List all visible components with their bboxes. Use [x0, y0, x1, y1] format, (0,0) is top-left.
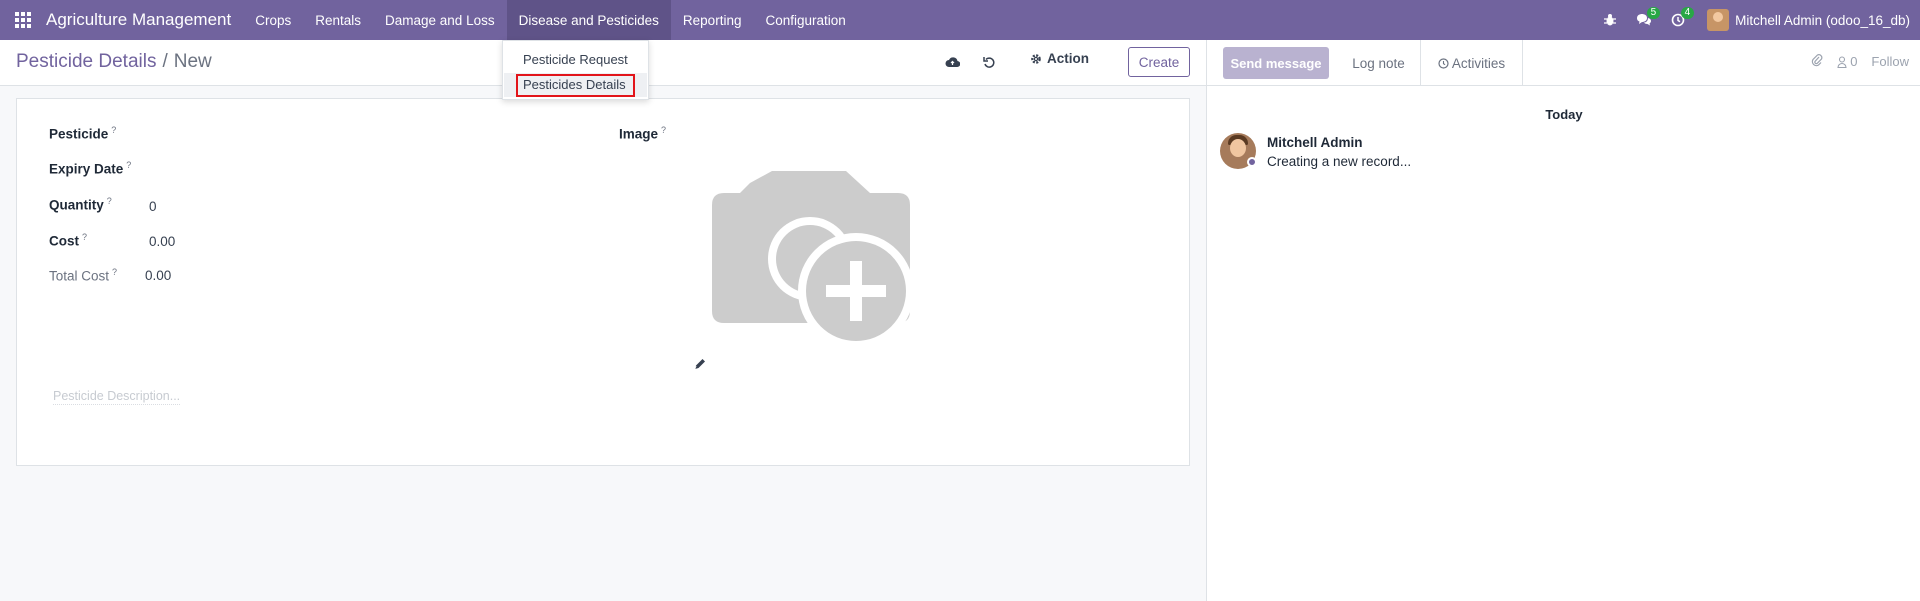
- expiry-date-field-label: Expiry Date?: [49, 160, 132, 177]
- image-placeholder-camera-icon[interactable]: [710, 171, 914, 352]
- menu-disease-and-pesticides[interactable]: Disease and Pesticides: [506, 0, 671, 40]
- apps-menu-icon[interactable]: [0, 0, 46, 40]
- activities-count-badge: 4: [1680, 7, 1695, 19]
- help-tooltip-icon[interactable]: ?: [111, 125, 116, 135]
- breadcrumb-separator: /: [162, 51, 168, 72]
- gear-icon: [1031, 53, 1041, 64]
- user-name: Mitchell Admin (odoo_16_db): [1735, 12, 1910, 28]
- discard-undo-icon[interactable]: [979, 52, 999, 72]
- menu-crops[interactable]: Crops: [243, 0, 303, 40]
- action-label: Action: [1047, 51, 1089, 66]
- main-menu: Crops Rentals Damage and Loss Disease an…: [243, 0, 858, 40]
- app-brand[interactable]: Agriculture Management: [46, 10, 231, 30]
- cost-input[interactable]: 0.00: [149, 234, 175, 249]
- create-button[interactable]: Create: [1128, 47, 1190, 77]
- menu-damage-and-loss[interactable]: Damage and Loss: [373, 0, 507, 40]
- chatter-topbar: Send message Log note Activities 0 Follo…: [1207, 40, 1920, 86]
- log-note-button[interactable]: Log note: [1337, 40, 1421, 86]
- activities-button[interactable]: Activities: [1421, 40, 1523, 86]
- help-tooltip-icon[interactable]: ?: [126, 160, 131, 170]
- top-navbar: Agriculture Management Crops Rentals Dam…: [0, 0, 1920, 40]
- menu-rentals[interactable]: Rentals: [303, 0, 373, 40]
- quantity-input[interactable]: 0: [149, 199, 157, 214]
- presence-indicator: [1247, 157, 1257, 167]
- cost-field-label: Cost?: [49, 232, 88, 249]
- bug-icon[interactable]: [1593, 0, 1627, 40]
- total-cost-value: 0.00: [145, 268, 172, 283]
- help-tooltip-icon[interactable]: ?: [82, 232, 87, 242]
- save-cloud-icon[interactable]: [942, 52, 962, 72]
- user-icon: [1837, 55, 1847, 68]
- clock-icon: [1438, 57, 1449, 69]
- user-menu[interactable]: Mitchell Admin (odoo_16_db): [1707, 9, 1910, 31]
- breadcrumb-current: New: [173, 51, 212, 72]
- date-separator: Today: [1545, 107, 1583, 122]
- form-sheet: Pesticide? Expiry Date? Quantity? 0 Cost…: [16, 98, 1190, 466]
- chatter-panel: Send message Log note Activities 0 Follo…: [1206, 40, 1920, 601]
- pesticide-field-label: Pesticide?: [49, 125, 117, 142]
- message-author: Mitchell Admin: [1267, 135, 1363, 150]
- total-cost-field-label: Total Cost?: [49, 267, 118, 284]
- follow-button[interactable]: Follow: [1871, 54, 1909, 69]
- followers-count: 0: [1850, 54, 1858, 69]
- description-textarea[interactable]: Pesticide Description...: [53, 389, 181, 405]
- quantity-field-label: Quantity?: [49, 196, 112, 213]
- action-menu-button[interactable]: Action: [1030, 51, 1089, 66]
- messages-count-badge: 5: [1646, 7, 1661, 19]
- breadcrumb-parent[interactable]: Pesticide Details: [16, 51, 156, 72]
- followers-button[interactable]: 0: [1837, 54, 1857, 69]
- breadcrumb: Pesticide Details / New: [16, 51, 212, 73]
- selection-highlight-box: [516, 74, 635, 97]
- disease-and-pesticides-dropdown: Pesticide Request Pesticides Details: [502, 40, 649, 100]
- help-tooltip-icon[interactable]: ?: [112, 267, 117, 277]
- message-body: Creating a new record...: [1267, 154, 1412, 169]
- systray: 5 4 Mitchell Admin (odoo_16_db): [1593, 0, 1920, 40]
- edit-image-pencil-icon[interactable]: [693, 357, 707, 371]
- chatter-right-tools: 0 Follow: [1811, 53, 1909, 70]
- paperclip-icon[interactable]: [1811, 53, 1823, 70]
- activities-clock-icon[interactable]: 4: [1661, 0, 1695, 40]
- send-message-button[interactable]: Send message: [1223, 47, 1329, 79]
- messages-icon[interactable]: 5: [1627, 0, 1661, 40]
- menu-reporting[interactable]: Reporting: [671, 0, 754, 40]
- image-field-label: Image?: [619, 125, 667, 142]
- help-tooltip-icon[interactable]: ?: [107, 196, 112, 206]
- user-avatar: [1707, 9, 1730, 31]
- dropdown-item-pesticide-request[interactable]: Pesticide Request: [523, 52, 628, 67]
- help-tooltip-icon[interactable]: ?: [661, 125, 666, 135]
- activities-label: Activities: [1451, 55, 1506, 71]
- menu-configuration[interactable]: Configuration: [753, 0, 857, 40]
